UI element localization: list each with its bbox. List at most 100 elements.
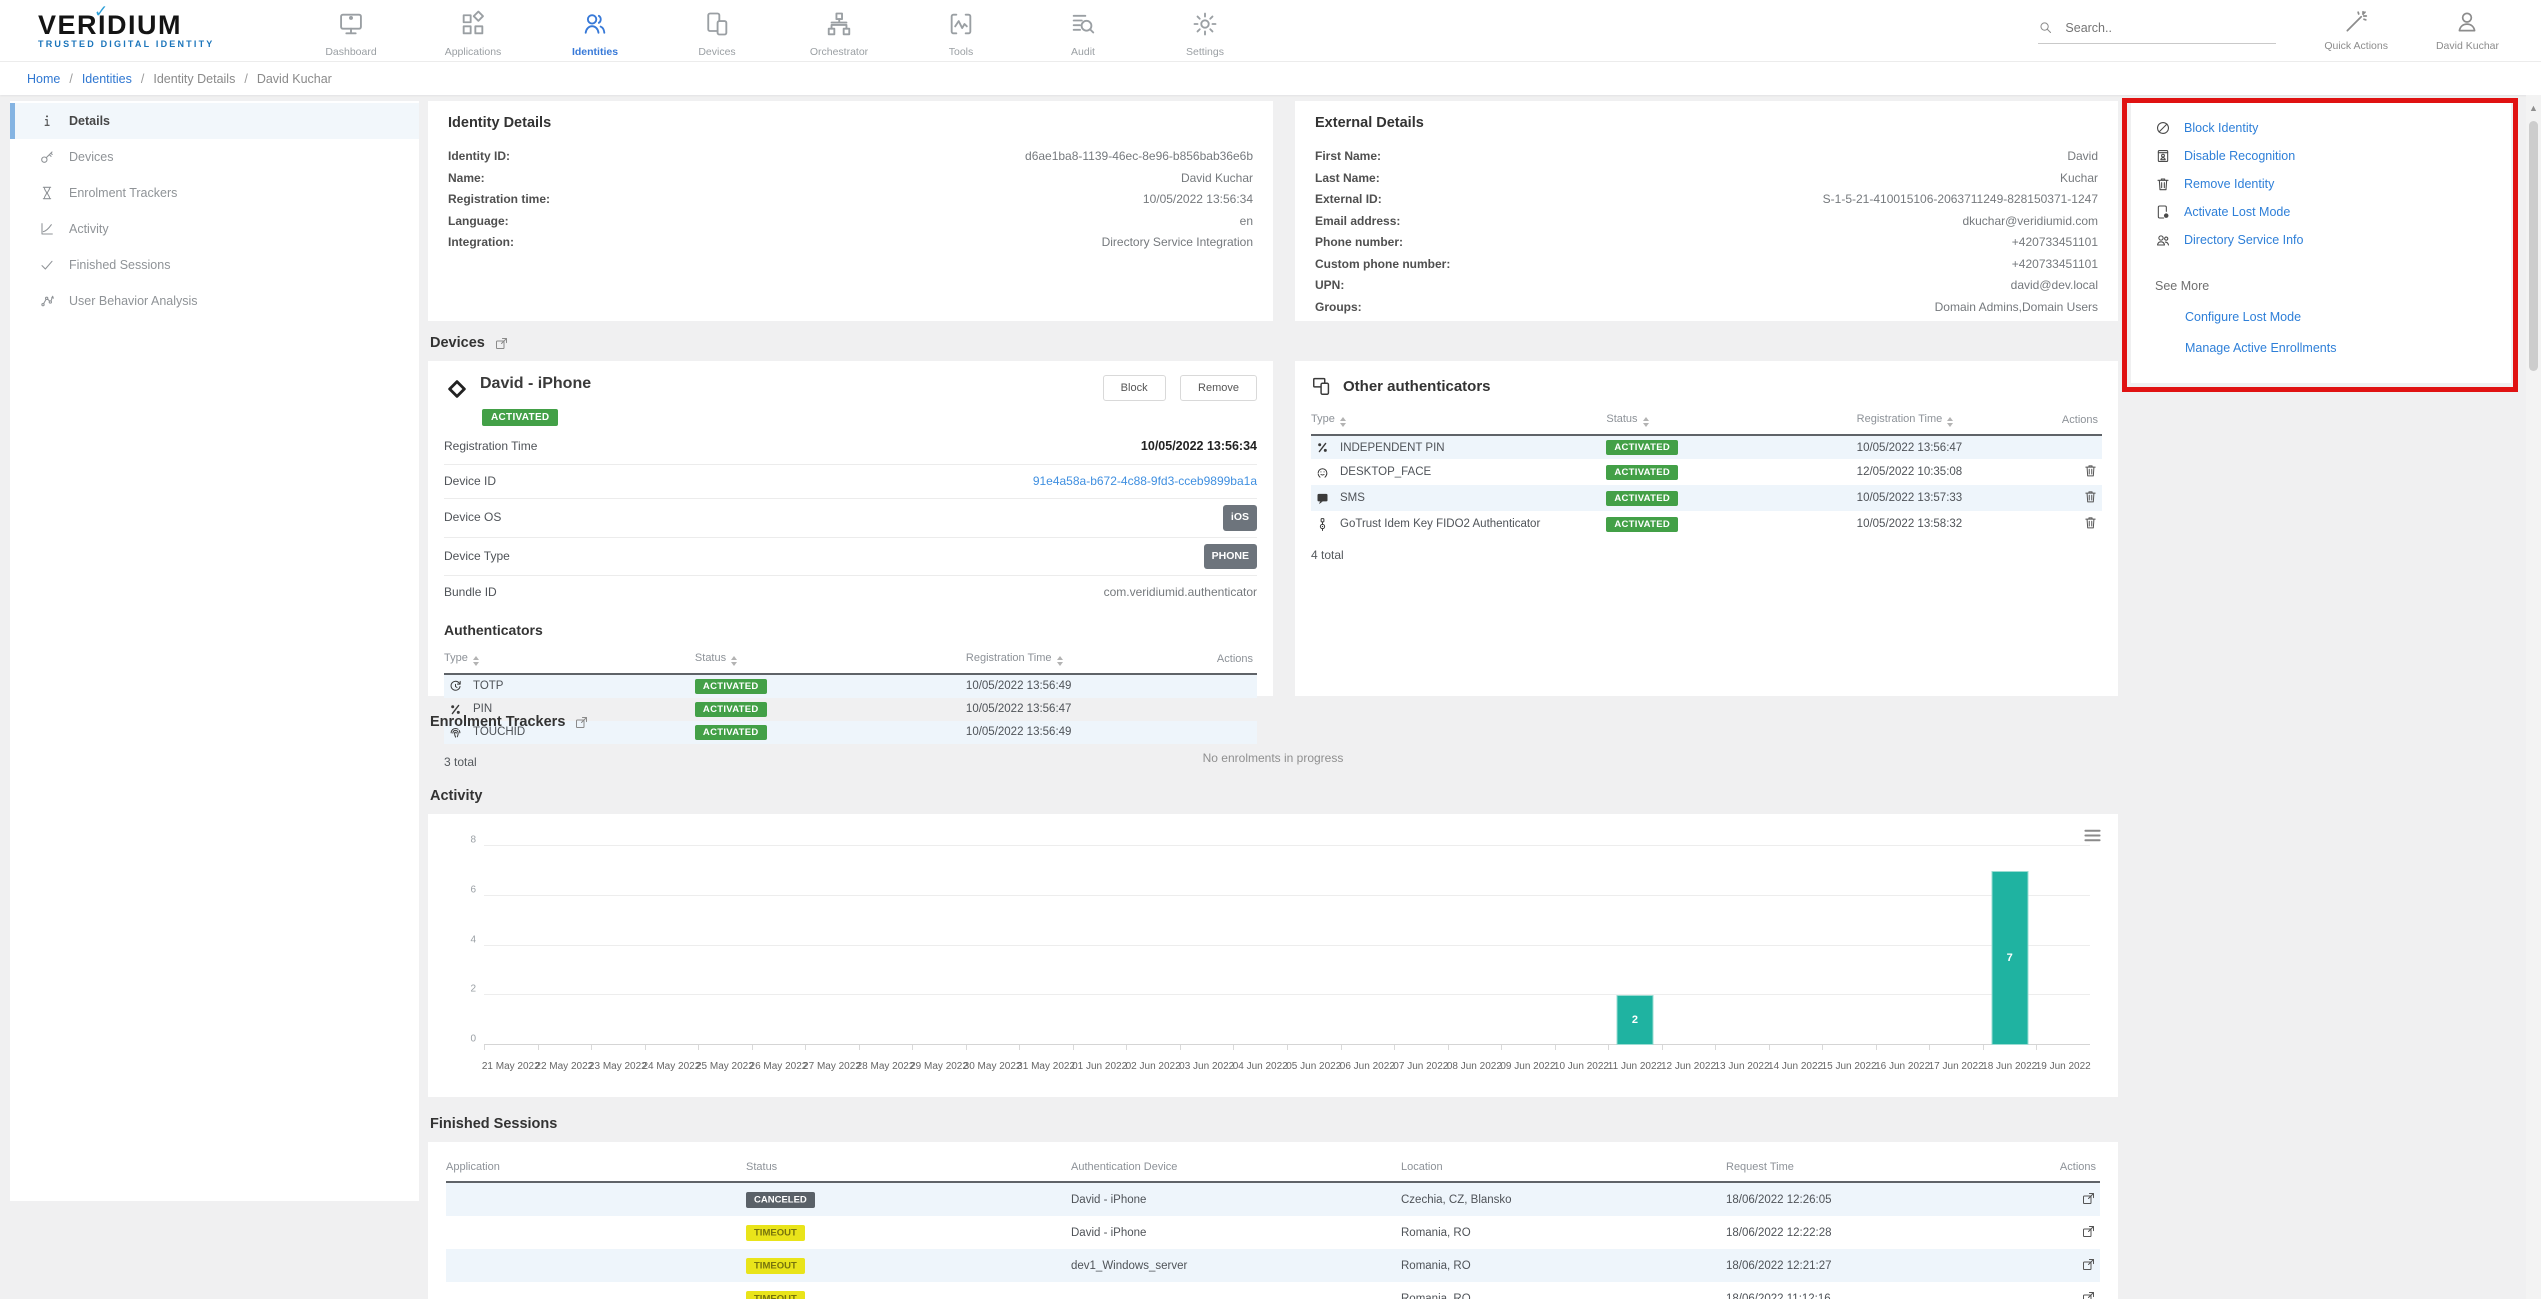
identity-actions-panel: Block Identity Disable Recognition Remove … [2131, 103, 2511, 383]
field-row: First Name:David [1315, 146, 2098, 168]
nav-item-audit[interactable]: Audit [1022, 4, 1144, 58]
x-tick-label: 12 Jun 2022 [1661, 1061, 1716, 1072]
page: VERI✓DIUM TRUSTED DIGITAL IDENTITY Dashb… [0, 0, 2541, 1299]
x-tick-mark [1501, 1045, 1502, 1050]
field-label: Device Type [444, 546, 510, 568]
action-remove-identity[interactable]: Remove Identity [2155, 176, 2511, 192]
trash-icon[interactable] [2083, 515, 2098, 530]
bar-18-Jun-2022[interactable]: 7 [1991, 871, 2028, 1045]
action-disable-recognition[interactable]: Disable Recognition [2155, 148, 2511, 164]
chart-menu-icon[interactable] [2083, 826, 2102, 845]
sort-icon[interactable] [1057, 656, 1063, 666]
finished-sessions-table: ApplicationStatusAuthentication DeviceLo… [446, 1152, 2100, 1299]
sidebar-item-activity[interactable]: Activity [10, 211, 419, 247]
actions-cell [2036, 1282, 2100, 1299]
action-activate-lost-mode[interactable]: Activate Lost Mode [2155, 204, 2511, 220]
remove-device-button[interactable]: Remove [1180, 375, 1257, 401]
external-link-icon[interactable] [574, 715, 589, 730]
nav-item-applications[interactable]: Applications [412, 4, 534, 58]
device-device-os-badge: iOS [1223, 505, 1257, 531]
actions-cell [1197, 674, 1257, 698]
see-more-link-manage-active-enrollments[interactable]: Manage Active Enrollments [2185, 341, 2511, 355]
page-scrollbar[interactable]: ▲ [2526, 95, 2541, 1299]
sidebar-item-finished-sessions[interactable]: Finished Sessions [10, 247, 419, 283]
sidebar-item-devices[interactable]: Devices [10, 139, 419, 175]
application-cell [446, 1249, 746, 1282]
breadcrumb-item[interactable]: Home [27, 72, 60, 86]
sort-icon[interactable] [731, 656, 737, 666]
breadcrumb-item: Identity Details [153, 72, 235, 86]
field-row: Registration time:10/05/2022 13:56:34 [448, 189, 1253, 211]
table-row: INDEPENDENT PINACTIVATED10/05/2022 13:56… [1311, 435, 2102, 459]
type-cell: SMS [1311, 491, 1606, 506]
x-tick-label: 31 May 2022 [1017, 1061, 1075, 1072]
column-header[interactable]: Status [695, 644, 966, 674]
field-label: Last Name: [1315, 168, 1380, 190]
auth-device-cell: David - iPhone [1071, 1216, 1401, 1249]
nav-item-dashboard[interactable]: Dashboard [290, 4, 412, 58]
column-header[interactable]: Registration Time [1857, 405, 2042, 435]
x-tick-label: 29 May 2022 [910, 1061, 968, 1072]
sort-icon[interactable] [1340, 417, 1346, 427]
users-icon [2155, 232, 2171, 248]
block-device-button[interactable]: Block [1103, 375, 1166, 401]
nav-item-settings[interactable]: Settings [1144, 4, 1266, 58]
logo-tagline: TRUSTED DIGITAL IDENTITY [38, 39, 238, 49]
field-label: External ID: [1315, 189, 1382, 211]
x-tick-label: 19 Jun 2022 [2036, 1061, 2091, 1072]
x-tick-label: 08 Jun 2022 [1447, 1061, 1502, 1072]
top-navigation-bar: VERI✓DIUM TRUSTED DIGITAL IDENTITY Dashb… [0, 0, 2541, 62]
column-header: Status [746, 1152, 1071, 1182]
scrollbar-up-arrow[interactable]: ▲ [2526, 95, 2541, 113]
session-status-badge: TIMEOUT [746, 1291, 805, 1299]
action-directory-service-info[interactable]: Directory Service Info [2155, 232, 2511, 248]
action-block-identity[interactable]: Block Identity [2155, 120, 2511, 136]
x-tick-label: 05 Jun 2022 [1286, 1061, 1341, 1072]
x-tick-label: 23 May 2022 [589, 1061, 647, 1072]
column-header[interactable]: Type [444, 644, 695, 674]
nav-item-devices[interactable]: Devices [656, 4, 778, 58]
nav-item-tools[interactable]: Tools [900, 4, 1022, 58]
trash-icon[interactable] [2083, 489, 2098, 504]
extlink-icon[interactable] [2081, 1290, 2096, 1299]
field-row: Custom phone number:+420733451101 [1315, 254, 2098, 276]
user-menu[interactable]: David Kuchar [2436, 9, 2499, 52]
field-value: com.veridiumid.authenticator [1104, 582, 1257, 604]
nav-item-identities[interactable]: Identities [534, 4, 656, 58]
x-tick-mark [1019, 1045, 1020, 1050]
bar-11-Jun-2022[interactable]: 2 [1616, 995, 1653, 1045]
field-value[interactable]: 91e4a58a-b672-4c88-9fd3-cceb9899ba1a [1033, 471, 1257, 493]
quick-actions-button[interactable]: Quick Actions [2324, 9, 2388, 52]
device-brand-diamond-icon [444, 376, 470, 402]
scrollbar-thumb[interactable] [2529, 121, 2538, 371]
breadcrumb-separator: / [69, 72, 72, 86]
extlink-icon[interactable] [2081, 1257, 2096, 1272]
sidebar-item-enrolment-trackers[interactable]: Enrolment Trackers [10, 175, 419, 211]
nav-item-orchestrator[interactable]: Orchestrator [778, 4, 900, 58]
search-input[interactable] [2065, 21, 2276, 35]
field-label: Identity ID: [448, 146, 510, 168]
sort-icon[interactable] [1643, 417, 1649, 427]
extlink-icon[interactable] [2081, 1191, 2096, 1206]
sidebar-item-user-behavior-analysis[interactable]: User Behavior Analysis [10, 283, 419, 319]
trash-icon[interactable] [2083, 463, 2098, 478]
y-tick-label: 0 [448, 1034, 476, 1045]
column-header[interactable]: Status [1606, 405, 1856, 435]
actions-cell [2036, 1216, 2100, 1249]
sort-icon[interactable] [473, 656, 479, 666]
external-details-title: External Details [1315, 115, 2098, 131]
extlink-icon[interactable] [2081, 1224, 2096, 1239]
column-header[interactable]: Type [1311, 405, 1606, 435]
breadcrumb-item[interactable]: Identities [82, 72, 132, 86]
column-header[interactable]: Registration Time [966, 644, 1197, 674]
sort-icon[interactable] [1947, 417, 1953, 427]
column-header: Authentication Device [1071, 1152, 1401, 1182]
see-more-link-configure-lost-mode[interactable]: Configure Lost Mode [2185, 310, 2511, 324]
x-tick-mark [1126, 1045, 1127, 1050]
action-label: Disable Recognition [2184, 149, 2295, 163]
sidebar-item-details[interactable]: Details [10, 103, 419, 139]
main-nav: DashboardApplicationsIdentitiesDevicesOr… [290, 4, 1266, 58]
x-tick-label: 07 Jun 2022 [1393, 1061, 1448, 1072]
external-link-icon[interactable] [494, 336, 509, 351]
field-value: +420733451101 [2012, 254, 2098, 276]
